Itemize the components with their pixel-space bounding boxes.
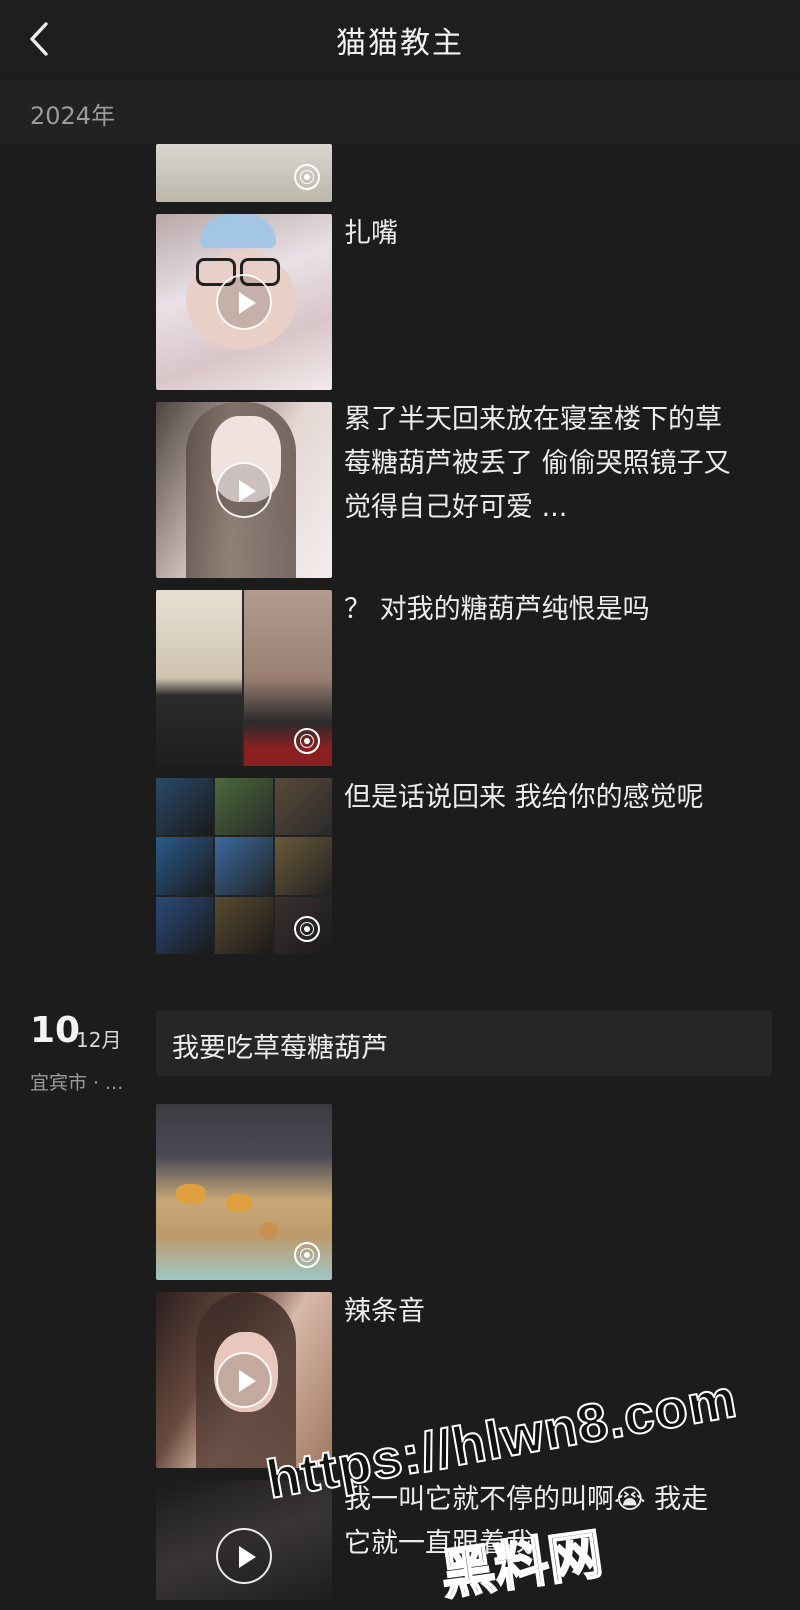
post-caption: 辣条音 <box>344 1296 425 1327</box>
post-thumbnail-8[interactable] <box>156 1480 332 1600</box>
date-day: 10 <box>30 1010 81 1051</box>
play-icon <box>216 1528 272 1584</box>
live-photo-icon <box>294 916 320 942</box>
year-header: 2024年 <box>0 80 800 144</box>
play-icon <box>216 274 272 330</box>
play-icon <box>216 462 272 518</box>
text-post-content: 我要吃草莓糖葫芦 <box>172 1033 388 1064</box>
post-thumbnail-4[interactable] <box>156 590 332 766</box>
post-thumbnail-7[interactable] <box>156 1292 332 1468</box>
year-label: 2024年 <box>30 102 116 130</box>
page-title: 猫猫教主 <box>336 26 464 61</box>
post-caption: 但是话说回来 我给你的感觉呢 <box>344 782 704 813</box>
play-icon <box>216 1352 272 1408</box>
post-thumbnail-3[interactable] <box>156 402 332 578</box>
post-thumbnail-6[interactable] <box>156 1104 332 1280</box>
post-caption: 累了半天回来放在寝室楼下的草莓糖葫芦被丢了 偷偷哭照镜子又觉得自己好可爱 ... <box>344 404 731 523</box>
top-bar: 猫猫教主 <box>0 0 800 78</box>
post-thumbnail-5[interactable] <box>156 778 332 954</box>
live-photo-icon <box>294 164 320 190</box>
post-caption: 我一叫它就不停的叫啊😭 我走它就一直跟着我 <box>344 1484 709 1559</box>
live-photo-icon <box>294 728 320 754</box>
post-caption: ？ 对我的糖葫芦纯恨是吗 <box>344 594 650 625</box>
post-thumbnail-1[interactable] <box>156 144 332 202</box>
live-photo-icon <box>294 1242 320 1268</box>
location-label: 宜宾市 · ... <box>30 1072 124 1094</box>
post-caption: 扎嘴 <box>344 218 398 249</box>
post-thumbnail-2[interactable] <box>156 214 332 390</box>
date-month: 12月 <box>76 1028 122 1052</box>
text-post[interactable]: 我要吃草莓糖葫芦 <box>156 1010 772 1076</box>
